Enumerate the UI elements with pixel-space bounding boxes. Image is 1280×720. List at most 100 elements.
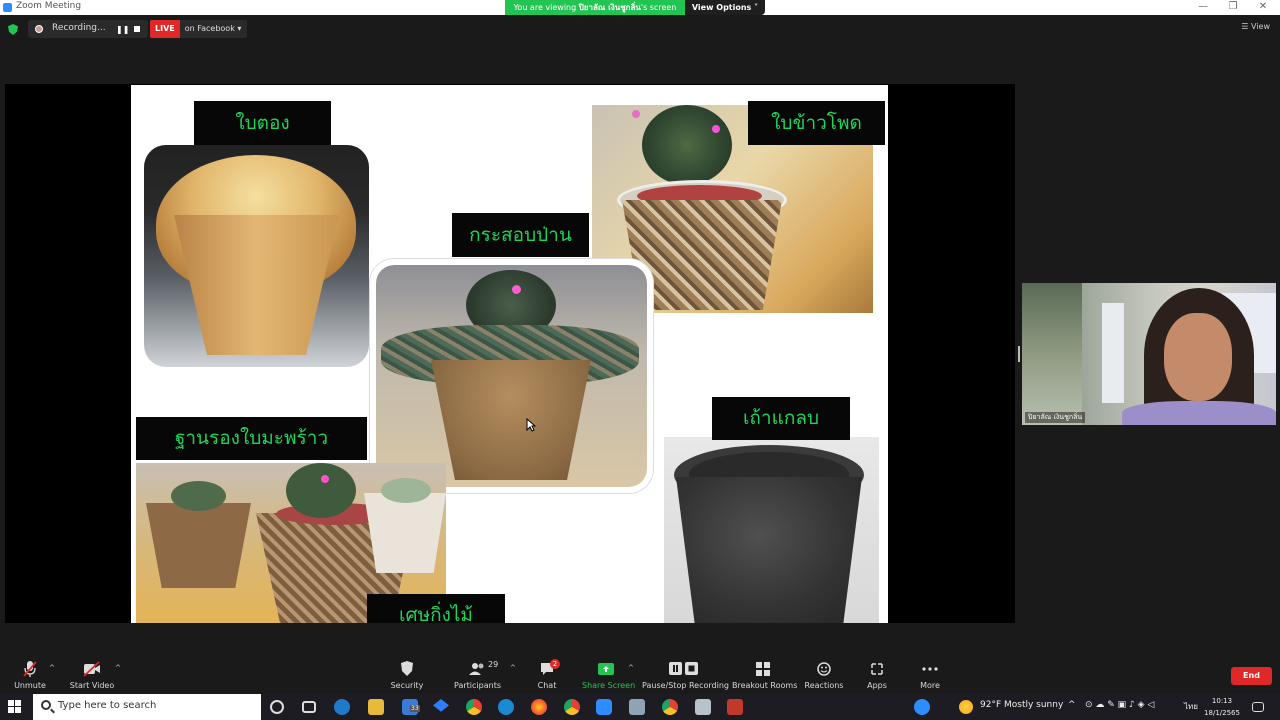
slide-label-burlap: กระสอบป่าน xyxy=(452,213,589,257)
app-window-icon[interactable] xyxy=(629,699,645,715)
security-shield-icon xyxy=(388,660,426,678)
video-window xyxy=(1102,303,1124,403)
pause-stop-recording-button[interactable]: Pause/Stop Recording xyxy=(642,660,729,692)
viewing-prefix: You are viewing xyxy=(513,3,579,12)
pause-stop-recording-label: Pause/Stop Recording xyxy=(642,681,729,690)
audio-options-caret-icon[interactable]: ^ xyxy=(49,664,55,672)
app-icon-generic[interactable] xyxy=(695,699,711,715)
muted-microphone-icon xyxy=(12,660,48,678)
taskbar-clock[interactable]: 10:13 18/1/2565 xyxy=(1202,695,1242,719)
maximize-button[interactable]: ❐ xyxy=(1218,0,1248,15)
pause-stop-icon xyxy=(642,660,726,678)
weather-sun-icon[interactable] xyxy=(959,700,973,714)
show-hidden-icons-icon[interactable]: ^ xyxy=(1068,700,1076,710)
slide-label-coconut-base: ฐานรองใบมะพร้าว xyxy=(136,417,367,460)
slide-label-banana-leaf: ใบตอง xyxy=(194,101,331,145)
participants-label: Participants xyxy=(454,681,501,690)
file-explorer-icon[interactable] xyxy=(368,699,384,715)
chrome-window-icon[interactable] xyxy=(662,699,678,715)
participant-face xyxy=(1164,313,1232,401)
mouse-cursor-icon xyxy=(526,418,536,432)
firefox-icon[interactable] xyxy=(531,699,547,715)
window-title: Zoom Meeting xyxy=(16,1,82,11)
recording-dot-icon xyxy=(35,25,43,33)
participants-button[interactable]: 29 Participants xyxy=(454,660,501,692)
weather-text[interactable]: 92°F Mostly sunny xyxy=(980,700,1063,710)
minimize-button[interactable]: — xyxy=(1188,0,1218,15)
dropbox-icon[interactable] xyxy=(433,699,449,712)
system-tray-icons[interactable]: ⊙ ☁ ✎ ▣ ♪ ◈ ◁ xyxy=(1085,700,1154,710)
chat-badge: 2 xyxy=(550,659,560,669)
live-stream-indicator[interactable]: LIVE on Facebook ▾ xyxy=(150,20,248,38)
search-placeholder: Type here to search xyxy=(58,700,157,711)
viewing-message: You are viewing ปิยาลัณ เงินชูกลิ่น's sc… xyxy=(505,0,685,15)
video-off-icon xyxy=(68,660,116,678)
stop-recording-icon[interactable] xyxy=(134,26,140,32)
live-target-dropdown[interactable]: on Facebook ▾ xyxy=(179,20,248,38)
chrome-profile-icon[interactable] xyxy=(564,699,580,715)
participant-video[interactable]: ปิยาลัณ เงินชูกลิ่น xyxy=(1022,283,1276,425)
more-button[interactable]: More xyxy=(915,660,945,692)
security-label: Security xyxy=(390,681,424,690)
internet-explorer-icon[interactable] xyxy=(498,699,514,715)
breakout-rooms-label: Breakout Rooms xyxy=(732,681,798,690)
viewing-suffix: 's screen xyxy=(640,3,677,12)
zoom-taskbar-icon[interactable] xyxy=(596,699,612,715)
panel-resize-handle[interactable] xyxy=(1018,346,1020,362)
unmute-button[interactable]: Unmute xyxy=(12,660,48,692)
help-icon[interactable] xyxy=(914,699,930,715)
zoom-window: Zoom Meeting — ❐ ✕ You are viewing ปิยาล… xyxy=(0,0,1280,720)
notifications-icon[interactable] xyxy=(1252,702,1264,712)
recording-label: Recording... xyxy=(52,23,106,33)
share-screen-icon xyxy=(582,660,630,678)
input-language-indicator[interactable]: ไทย xyxy=(1184,700,1198,713)
slide-label-wood-scraps: เศษกิ่งไม้ xyxy=(367,594,505,623)
participant-name: ปิยาลัณ เงินชูกลิ่น xyxy=(1025,412,1086,423)
search-icon xyxy=(41,700,51,710)
pause-recording-icon[interactable]: ❚❚ xyxy=(116,25,129,34)
live-badge: LIVE xyxy=(150,20,180,38)
viewing-banner: You are viewing ปิยาลัณ เงินชูกลิ่น's sc… xyxy=(505,0,765,15)
view-button[interactable]: ☰ View xyxy=(1241,22,1270,31)
video-options-caret-icon[interactable]: ^ xyxy=(115,664,121,672)
task-view-icon[interactable] xyxy=(302,701,316,713)
participants-options-caret-icon[interactable]: ^ xyxy=(510,664,516,672)
reactions-button[interactable]: Reactions xyxy=(804,660,844,692)
recording-indicator: Recording... ❚❚ xyxy=(28,20,148,38)
cortana-icon[interactable] xyxy=(270,700,284,714)
share-screen-label: Share Screen xyxy=(582,681,636,690)
shared-slide: ใบตอง ใบข้าวโพด กระสอบป่าน ฐานรองใบมะพร้… xyxy=(131,85,888,623)
encryption-shield-icon[interactable] xyxy=(8,24,18,35)
share-options-caret-icon[interactable]: ^ xyxy=(628,664,634,672)
start-video-button[interactable]: Start Video xyxy=(68,660,116,692)
participant-shirt xyxy=(1122,401,1276,425)
mail-icon[interactable]: 33 xyxy=(402,699,420,715)
reactions-smiley-icon xyxy=(804,660,844,678)
clock-time: 10:13 xyxy=(1211,697,1233,705)
chat-label: Chat xyxy=(537,681,557,690)
share-screen-button[interactable]: Share Screen xyxy=(582,660,636,692)
edge-browser-icon[interactable] xyxy=(334,699,350,715)
windows-taskbar: Type here to search 33 92°F Mostly sunny… xyxy=(0,694,1280,720)
start-video-label: Start Video xyxy=(69,681,115,690)
acrobat-reader-icon[interactable] xyxy=(727,699,743,715)
slide-label-corn-husk: ใบข้าวโพด xyxy=(748,101,885,145)
clock-date: 18/1/2565 xyxy=(1204,709,1240,717)
chrome-icon[interactable] xyxy=(466,699,482,715)
view-options-button[interactable]: View Options ˅ xyxy=(685,0,765,15)
breakout-rooms-button[interactable]: Breakout Rooms xyxy=(732,660,798,692)
apps-button[interactable]: Apps xyxy=(862,660,892,692)
video-left-wall xyxy=(1022,283,1082,425)
chat-button[interactable]: 2 Chat xyxy=(532,659,562,692)
end-meeting-button[interactable]: End xyxy=(1231,667,1272,685)
mail-badge: 33 xyxy=(410,705,420,712)
close-button[interactable]: ✕ xyxy=(1248,0,1278,15)
windows-start-icon[interactable] xyxy=(8,700,22,714)
banana-leaf-pot-image xyxy=(144,145,369,367)
taskbar-search-box[interactable]: Type here to search xyxy=(33,694,261,720)
more-dots-icon xyxy=(915,660,945,678)
security-button[interactable]: Security xyxy=(388,660,426,692)
slide-label-rice-husk-ash: เถ้าแกลบ xyxy=(712,397,850,440)
chat-icon: 2 xyxy=(532,659,562,678)
burlap-pot-image xyxy=(370,259,653,493)
